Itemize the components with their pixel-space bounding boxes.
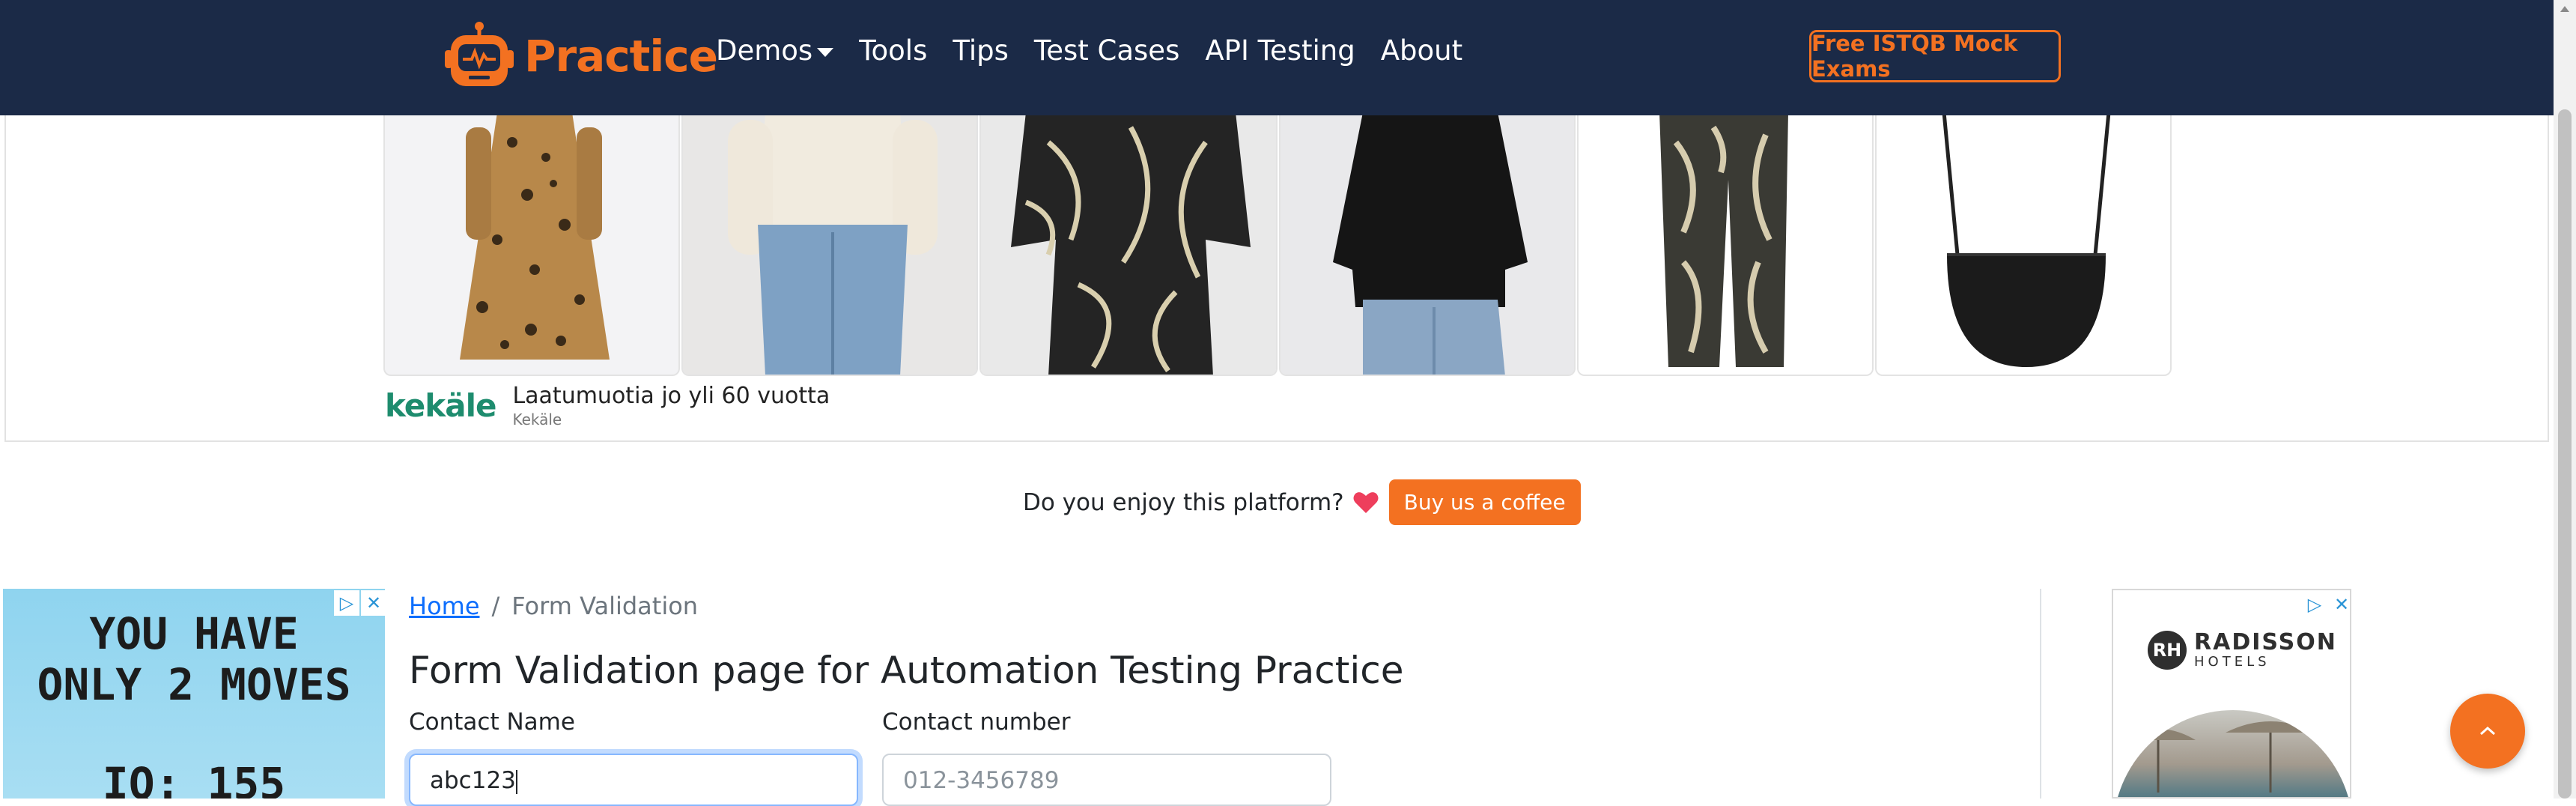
contact-name-label: Contact Name [409,709,575,736]
radisson-sub: HOTELS [2194,654,2270,670]
left-sidebar-ad[interactable]: YOU HAVE ONLY 2 MOVES IQ: 155 ▷ ✕ [3,589,385,799]
nav-api-testing[interactable]: API Testing [1205,34,1355,67]
nav-about[interactable]: About [1381,34,1462,67]
breadcrumb-home-link[interactable]: Home [409,592,480,620]
left-ad-line-3: IQ: 155 [102,758,286,799]
nav-test-cases[interactable]: Test Cases [1034,34,1179,67]
breadcrumb-current: Form Validation [511,592,699,620]
ad-product-black-sweater[interactable] [1279,112,1576,376]
top-navbar: Practice Demos Tools Tips Test Cases API… [0,0,2554,115]
main-nav: Demos Tools Tips Test Cases API Testing … [716,34,1488,67]
nav-tips[interactable]: Tips [953,34,1009,67]
top-banner-ad[interactable]: kekäle Laatumuotia jo yli 60 vuotta Kekä… [4,112,2549,442]
crossbody-bag-image [1942,112,2111,367]
contact-name-value: abc123 [430,767,516,794]
brand-link[interactable]: Practice [443,22,718,90]
left-ad-line-1: YOU HAVE [89,608,299,659]
right-ad-choices[interactable]: ▷ ✕ [2300,592,2350,617]
leopard-dress-image [460,112,610,360]
heart-icon [1353,491,1379,513]
ad-product-palm-trousers[interactable] [1577,112,1874,376]
brand-name: Practice [524,31,718,82]
ad-footer[interactable]: kekäle Laatumuotia jo yli 60 vuotta Kekä… [385,379,830,431]
radisson-logo: RH RADISSON HOTELS [2148,631,2337,670]
close-icon[interactable]: ✕ [2329,592,2350,617]
radisson-wordmark: RADISSON HOTELS [2194,631,2337,670]
adchoices-icon[interactable]: ▷ [2302,592,2327,617]
scroll-up-arrow-icon[interactable] [2560,6,2569,12]
sidebar-divider [2040,589,2041,799]
kekale-logo: kekäle [385,387,496,424]
caret-down-icon [817,47,834,57]
ad-choices[interactable]: ▷ ✕ [332,590,385,616]
radisson-title: RADISSON [2194,629,2337,655]
black-sweater-image [1281,112,1574,375]
contact-number-label: Contact number [882,709,1071,736]
knit-sweater-image [683,112,976,375]
coffee-prompt: Do you enjoy this platform? Buy us a cof… [1023,479,1581,525]
close-icon[interactable]: ✕ [361,590,385,616]
ad-advertiser: Kekäle [512,410,562,428]
ad-product-leaf-tunic[interactable] [979,112,1278,376]
istqb-mock-exams-button[interactable]: Free ISTQB Mock Exams [1809,30,2061,82]
buy-coffee-button[interactable]: Buy us a coffee [1388,479,1581,525]
beach-umbrellas-image [2121,721,2315,793]
robot-logo-icon [445,22,514,86]
left-ad-text: YOU HAVE ONLY 2 MOVES IQ: 155 [3,608,385,799]
contact-number-placeholder: 012-3456789 [903,767,1060,794]
right-sidebar-ad[interactable]: ▷ ✕ RH RADISSON HOTELS [2112,589,2351,799]
nav-demos-label: Demos [716,34,813,67]
scroll-thumb[interactable] [2558,109,2572,799]
adchoices-icon[interactable]: ▷ [334,590,359,616]
page-title: Form Validation page for Automation Test… [409,649,1404,692]
ad-product-leopard-dress[interactable] [383,112,680,376]
text-cursor [515,769,517,794]
page-scrollbar[interactable] [2554,0,2576,799]
ad-product-knit-sweater[interactable] [681,112,978,376]
breadcrumb-separator: / [491,592,500,620]
breadcrumb: Home / Form Validation [409,592,698,620]
palm-trousers-image [1579,112,1872,375]
left-ad-line-2: ONLY 2 MOVES [37,659,351,710]
leaf-tunic-image [981,112,1276,375]
chevron-up-icon [2480,726,2495,736]
radisson-mark-icon: RH [2148,631,2187,670]
ad-product-crossbody-bag[interactable] [1875,112,2172,376]
scroll-to-top-button[interactable] [2450,694,2525,769]
nav-demos[interactable]: Demos [716,34,834,67]
nav-tools[interactable]: Tools [859,34,927,67]
beach-image [2113,710,2350,797]
ad-text: Laatumuotia jo yli 60 vuotta Kekäle [512,383,830,428]
ad-headline: Laatumuotia jo yli 60 vuotta [512,382,830,409]
coffee-question: Do you enjoy this platform? [1023,488,1344,516]
